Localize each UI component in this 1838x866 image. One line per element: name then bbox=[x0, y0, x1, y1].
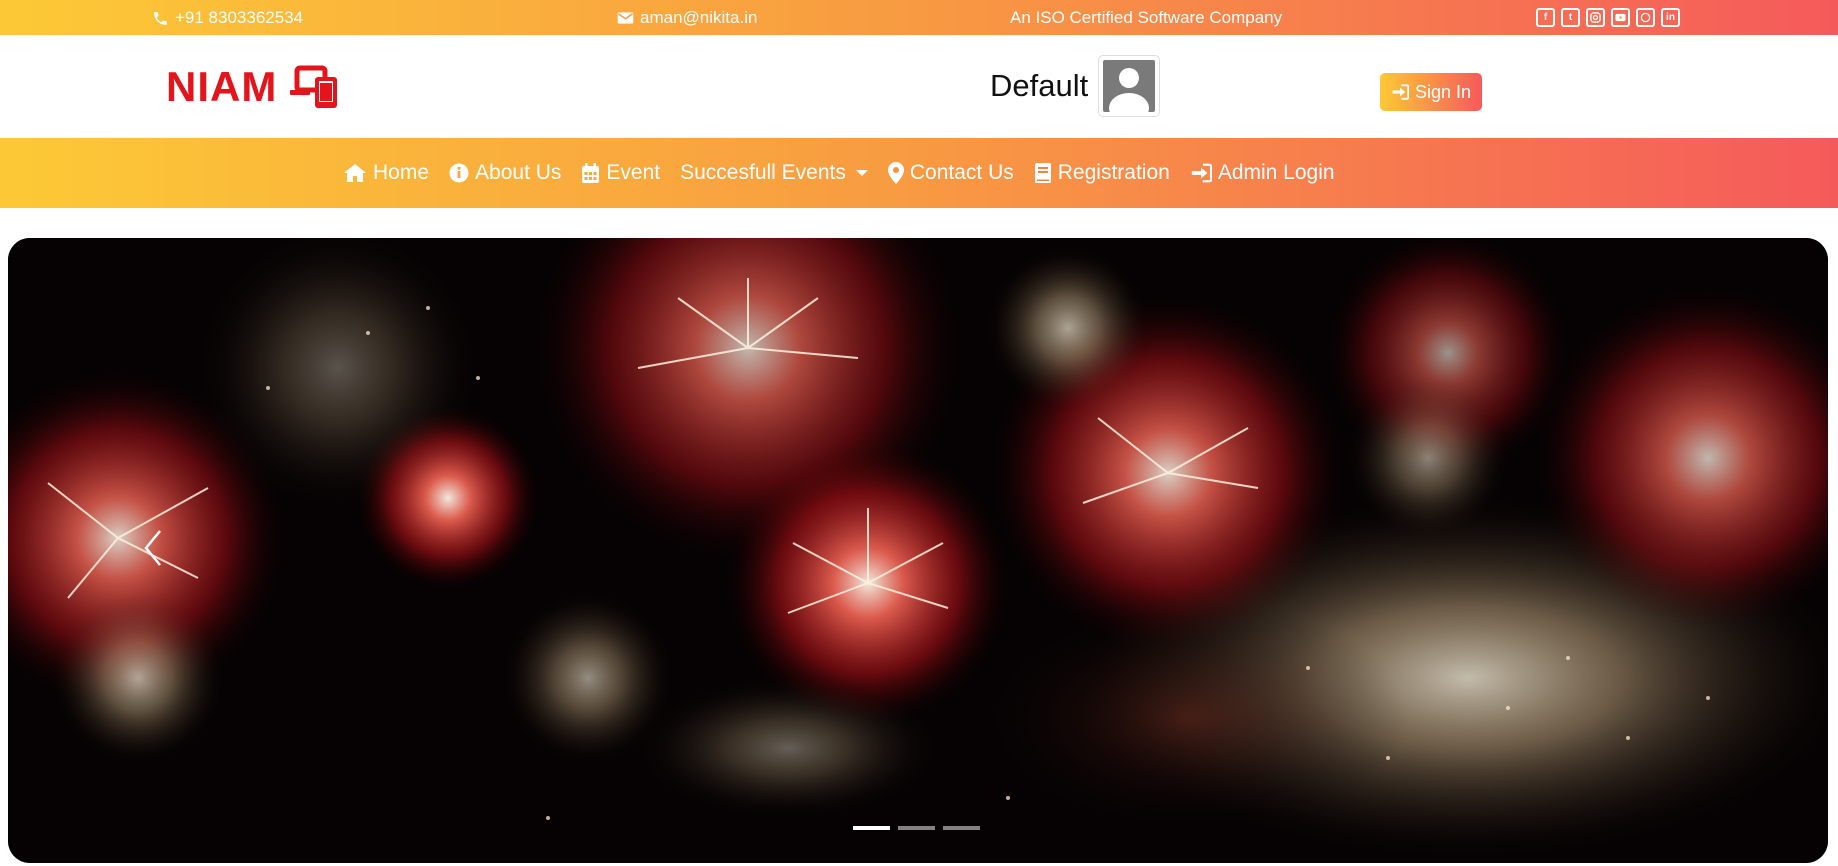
carousel-indicators bbox=[853, 826, 980, 830]
map-marker-icon bbox=[887, 162, 904, 184]
email-address: aman@nikita.in bbox=[640, 8, 758, 27]
carousel-indicator-2[interactable] bbox=[898, 826, 935, 830]
carousel-indicator-1[interactable] bbox=[853, 826, 890, 830]
home-icon bbox=[344, 164, 366, 182]
nav-label: Registration bbox=[1057, 161, 1170, 184]
nav-admin-login[interactable]: Admin Login bbox=[1190, 161, 1335, 185]
info-icon bbox=[449, 163, 469, 183]
carousel-indicator-3[interactable] bbox=[943, 826, 980, 830]
top-info-bar: +91 8303362534 aman@nikita.in An ISO Cer… bbox=[0, 0, 1838, 35]
email-contact[interactable]: aman@nikita.in bbox=[617, 8, 757, 28]
book-icon bbox=[1034, 163, 1051, 183]
phone-number: +91 8303362534 bbox=[175, 8, 304, 27]
nav-label: Succesfull Events bbox=[680, 161, 846, 184]
sign-in-icon bbox=[1191, 163, 1212, 183]
user-name: Default bbox=[990, 68, 1089, 103]
fireworks-slide-image bbox=[8, 238, 1828, 863]
nav-label: Home bbox=[373, 161, 430, 184]
devices-logo-icon bbox=[290, 65, 338, 108]
nav-label: Admin Login bbox=[1217, 161, 1335, 184]
youtube-icon[interactable] bbox=[1611, 8, 1630, 27]
carousel-prev-button[interactable] bbox=[133, 518, 173, 578]
avatar[interactable] bbox=[1098, 55, 1161, 117]
nav-home[interactable]: Home bbox=[343, 161, 429, 185]
sign-in-icon bbox=[1392, 84, 1409, 100]
default-user-icon bbox=[1103, 60, 1156, 112]
nav-contact-us[interactable]: Contact Us bbox=[887, 161, 1014, 185]
nav-label: Event bbox=[606, 161, 661, 184]
logo-text: NIAM bbox=[166, 63, 278, 110]
dropdown-caret-icon bbox=[855, 170, 868, 176]
chevron-left-icon bbox=[144, 530, 161, 566]
twitter-icon[interactable]: t bbox=[1561, 8, 1580, 27]
hero-carousel[interactable] bbox=[8, 238, 1828, 863]
nav-registration[interactable]: Registration bbox=[1034, 161, 1170, 185]
sign-in-button[interactable]: Sign In bbox=[1380, 73, 1483, 111]
whatsapp-icon[interactable] bbox=[1636, 8, 1655, 27]
social-links: f t in bbox=[1536, 8, 1680, 27]
main-navigation: Home About Us Event Succesfull Events Co… bbox=[0, 138, 1838, 208]
nav-succesfull-events-dropdown[interactable]: Succesfull Events bbox=[680, 161, 868, 185]
company-tagline: An ISO Certified Software Company bbox=[1010, 8, 1283, 27]
phone-icon bbox=[154, 11, 167, 25]
calendar-icon bbox=[582, 162, 600, 183]
nav-label: Contact Us bbox=[909, 161, 1014, 184]
nav-about-us[interactable]: About Us bbox=[449, 161, 561, 185]
sign-in-label: Sign In bbox=[1415, 81, 1472, 102]
facebook-icon[interactable]: f bbox=[1536, 8, 1555, 27]
instagram-icon[interactable] bbox=[1586, 8, 1605, 27]
site-logo[interactable]: NIAM bbox=[166, 63, 339, 111]
nav-event[interactable]: Event bbox=[581, 161, 660, 185]
user-profile[interactable]: Default bbox=[990, 55, 1161, 117]
envelope-icon bbox=[617, 12, 634, 24]
site-header: NIAM Default Sign In bbox=[0, 35, 1838, 138]
linkedin-icon[interactable]: in bbox=[1661, 8, 1680, 27]
nav-label: About Us bbox=[475, 161, 562, 184]
phone-contact[interactable]: +91 8303362534 bbox=[152, 8, 303, 28]
